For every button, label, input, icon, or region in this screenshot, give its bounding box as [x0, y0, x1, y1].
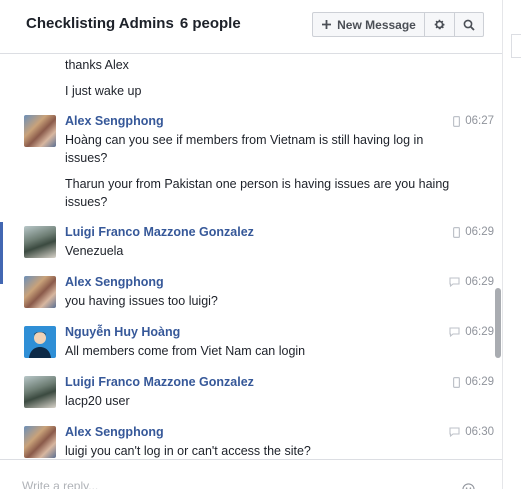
group-name[interactable]: Checklisting Admins	[26, 15, 174, 32]
message-timestamp: 06:27	[453, 115, 494, 127]
avatar[interactable]	[24, 376, 56, 408]
message-group: Luigi Franco Mazzone Gonzalez 06:29 lacp…	[0, 374, 502, 418]
mobile-icon	[453, 115, 461, 127]
message-row: thanks Alex	[0, 55, 502, 79]
message-group: Alex Sengphong 06:27 Hoàng can you see i…	[0, 113, 502, 213]
avatar[interactable]	[24, 426, 56, 458]
unread-indicator	[0, 222, 3, 284]
message-timestamp: 06:29	[453, 226, 494, 238]
message-timestamp: 06:29	[449, 326, 494, 338]
avatar[interactable]	[24, 326, 56, 358]
new-message-button[interactable]: New Message	[312, 12, 425, 37]
time-label: 06:29	[465, 376, 494, 388]
message-list[interactable]: thanks Alex I just wake up Alex Sengphon…	[0, 55, 502, 459]
reply-input[interactable]	[22, 472, 452, 489]
search-icon	[463, 19, 475, 31]
message-text: Hoàng can you see if members from Vietna…	[65, 133, 424, 165]
mobile-icon	[453, 226, 461, 238]
message-text: Venezuela	[65, 244, 124, 258]
message-scrollbar[interactable]	[495, 288, 501, 358]
message-timestamp: 06:30	[449, 426, 494, 438]
message-text: I just wake up	[65, 84, 142, 98]
avatar[interactable]	[24, 276, 56, 308]
conversation-title[interactable]: Checklisting Admins 6 people	[26, 15, 241, 32]
message-group: Nguyễn Huy Hoàng 06:29 All members come …	[0, 324, 502, 368]
search-button[interactable]	[455, 12, 484, 37]
message-group: Alex Sengphong 06:30 luigi you can't log…	[0, 424, 502, 459]
message-text: thanks Alex	[65, 58, 129, 72]
message-timestamp: 06:29	[449, 276, 494, 288]
message-text: luigi you can't log in or can't access t…	[65, 444, 311, 458]
sender-name[interactable]: Alex Sengphong	[65, 425, 164, 439]
message-text: All members come from Viet Nam can login	[65, 344, 306, 358]
side-panel	[502, 0, 521, 489]
chat-bubble-icon	[449, 277, 460, 287]
sender-name[interactable]: Luigi Franco Mazzone Gonzalez	[65, 225, 254, 239]
sender-name[interactable]: Nguyễn Huy Hoàng	[65, 325, 180, 339]
header-actions: New Message	[312, 12, 484, 37]
person-avatar-icon	[29, 332, 51, 358]
chat-bubble-icon	[449, 427, 460, 437]
message-text: lacp20 user	[65, 394, 130, 408]
message-text: you having issues too luigi?	[65, 294, 218, 308]
member-count[interactable]: 6 people	[180, 15, 241, 32]
sender-name[interactable]: Luigi Franco Mazzone Gonzalez	[65, 375, 254, 389]
sender-name[interactable]: Alex Sengphong	[65, 275, 164, 289]
chat-bubble-icon	[449, 327, 460, 337]
message-group: Alex Sengphong 06:29 you having issues t…	[0, 274, 502, 318]
sender-name[interactable]: Alex Sengphong	[65, 114, 164, 128]
message-timestamp: 06:29	[453, 376, 494, 388]
new-message-label: New Message	[337, 17, 416, 32]
mobile-icon	[453, 376, 461, 388]
reply-composer	[0, 459, 502, 489]
message-text: Tharun your from Pakistan one person is …	[65, 177, 450, 209]
message-group: Luigi Franco Mazzone Gonzalez 06:29 Vene…	[0, 224, 502, 268]
gear-icon	[434, 19, 445, 30]
settings-button[interactable]	[425, 12, 455, 37]
time-label: 06:29	[465, 326, 494, 338]
avatar[interactable]	[24, 226, 56, 258]
message-row: I just wake up	[0, 81, 502, 105]
plus-icon	[322, 20, 332, 29]
time-label: 06:27	[465, 115, 494, 127]
time-label: 06:29	[465, 226, 494, 238]
conversation-header: Checklisting Admins 6 people New Message	[0, 0, 502, 54]
avatar[interactable]	[24, 115, 56, 147]
side-panel-tab[interactable]	[511, 34, 521, 58]
time-label: 06:30	[465, 426, 494, 438]
emoji-icon[interactable]	[462, 483, 475, 489]
time-label: 06:29	[465, 276, 494, 288]
